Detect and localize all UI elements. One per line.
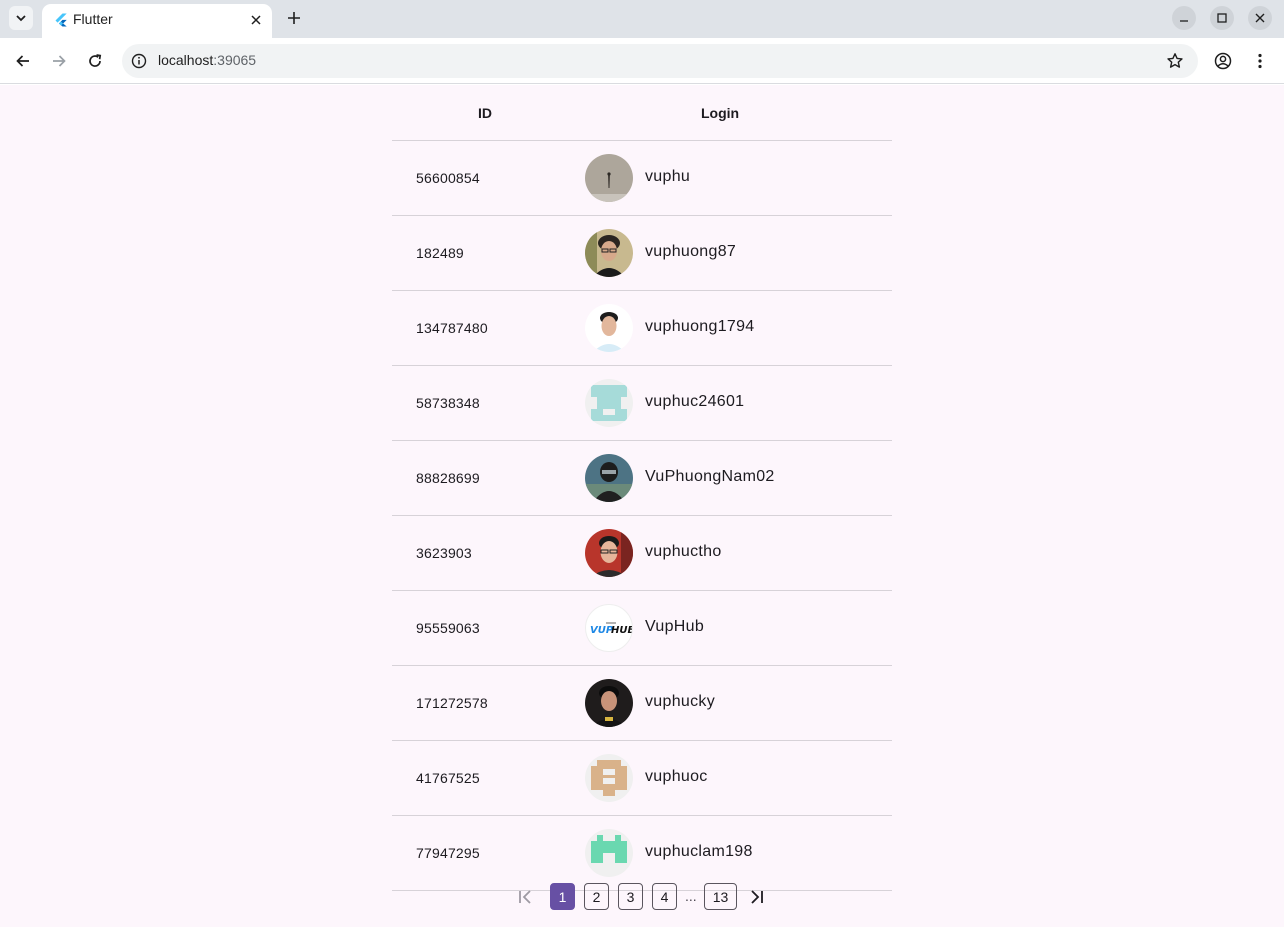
user-login: VupHub	[645, 618, 705, 635]
account-circle-icon	[1214, 52, 1232, 70]
avatar: VUP HUB	[585, 604, 633, 652]
table-row[interactable]: 88828699 VuPhuongNam02	[392, 441, 892, 516]
user-id: 41767525	[416, 770, 480, 786]
more-vert-icon	[1258, 53, 1262, 69]
avatar	[585, 754, 633, 802]
avatar	[585, 529, 633, 577]
browser-tab[interactable]: Flutter	[42, 4, 272, 38]
table-row[interactable]: 171272578 vuphucky	[392, 666, 892, 741]
reload-button[interactable]	[83, 49, 107, 73]
tab-title: Flutter	[73, 11, 113, 27]
user-login: vuphuong87	[645, 243, 737, 260]
user-id: 171272578	[416, 695, 488, 711]
last-page-icon[interactable]	[747, 887, 767, 907]
arrow-left-icon	[16, 55, 29, 67]
maximize-button[interactable]	[1210, 6, 1234, 30]
table-row[interactable]: 77947295 vuphuclam198	[392, 816, 892, 891]
pagination: 1 2 3 4 ... 13	[0, 881, 1284, 913]
profile-button[interactable]	[1211, 49, 1235, 73]
pagination-ellipsis: ...	[685, 888, 697, 904]
user-id: 77947295	[416, 845, 480, 861]
vuphub-logo-text-hub: HUB	[611, 625, 633, 636]
site-info-icon[interactable]	[131, 53, 147, 69]
table-row[interactable]: 95559063 VUP HUB VupHub	[392, 591, 892, 666]
user-login: vuphuctho	[645, 543, 722, 560]
close-window-button[interactable]	[1248, 6, 1272, 30]
page-button-1[interactable]: 1	[550, 883, 575, 910]
page-content: ID Login 56600854 vuphu 182489 vuphuong8…	[0, 85, 1284, 927]
avatar	[585, 154, 633, 202]
page-button-4[interactable]: 4	[652, 883, 677, 910]
user-id: 88828699	[416, 470, 480, 486]
vuphub-logo: VUP HUB	[590, 622, 633, 636]
user-login: vuphuoc	[645, 768, 708, 785]
column-header-id: ID	[478, 105, 492, 121]
avatar	[585, 379, 633, 427]
bookmark-star-icon[interactable]	[1166, 52, 1184, 70]
page-button-3[interactable]: 3	[618, 883, 643, 910]
table-row[interactable]: 41767525 vuphuoc	[392, 741, 892, 816]
table-row[interactable]: 134787480 vuphuong1794	[392, 291, 892, 366]
new-tab-button[interactable]	[282, 6, 306, 30]
minimize-icon	[1180, 20, 1188, 22]
user-login: vuphuclam198	[645, 843, 753, 860]
user-id: 56600854	[416, 170, 480, 186]
avatar	[585, 304, 633, 352]
close-icon	[1255, 13, 1265, 23]
table-header: ID Login	[392, 85, 892, 141]
minimize-button[interactable]	[1172, 6, 1196, 30]
avatar	[585, 679, 633, 727]
url-text: localhost:39065	[158, 52, 256, 68]
browser-tab-strip: Flutter	[0, 0, 1284, 38]
table-row[interactable]: 3623903 vuphuctho	[392, 516, 892, 591]
address-bar[interactable]: localhost:39065	[122, 44, 1198, 78]
browser-toolbar: localhost:39065	[0, 38, 1284, 84]
forward-button[interactable]	[47, 49, 71, 73]
users-table: ID Login 56600854 vuphu 182489 vuphuong8…	[392, 85, 892, 891]
user-login: vuphuc24601	[645, 393, 745, 410]
table-row[interactable]: 182489 vuphuong87	[392, 216, 892, 291]
arrow-right-icon	[53, 55, 66, 67]
table-row[interactable]: 58738348 vuphuc24601	[392, 366, 892, 441]
table-row[interactable]: 56600854 vuphu	[392, 141, 892, 216]
plus-icon	[288, 12, 300, 24]
menu-button[interactable]	[1248, 49, 1272, 73]
flutter-icon	[55, 13, 67, 27]
avatar	[585, 829, 633, 877]
avatar	[585, 454, 633, 502]
user-id: 134787480	[416, 320, 488, 336]
avatar	[585, 229, 633, 277]
user-login: vuphucky	[645, 693, 715, 710]
user-login: vuphu	[645, 168, 691, 185]
chevron-down-icon	[16, 15, 26, 22]
user-login: vuphuong1794	[645, 318, 755, 335]
page-button-last[interactable]: 13	[704, 883, 737, 910]
user-login: VuPhuongNam02	[645, 468, 775, 485]
maximize-icon	[1217, 13, 1227, 23]
tab-search-button[interactable]	[9, 6, 33, 30]
page-button-2[interactable]: 2	[584, 883, 609, 910]
user-id: 58738348	[416, 395, 480, 411]
reload-icon	[89, 54, 102, 67]
column-header-login: Login	[701, 105, 740, 121]
user-id: 182489	[416, 245, 464, 261]
back-button[interactable]	[11, 49, 35, 73]
close-tab-icon[interactable]	[248, 12, 264, 28]
url-port: :39065	[213, 52, 257, 68]
user-id: 95559063	[416, 620, 480, 636]
user-id: 3623903	[416, 545, 472, 561]
url-host: localhost	[158, 52, 214, 68]
first-page-icon[interactable]	[515, 887, 535, 907]
